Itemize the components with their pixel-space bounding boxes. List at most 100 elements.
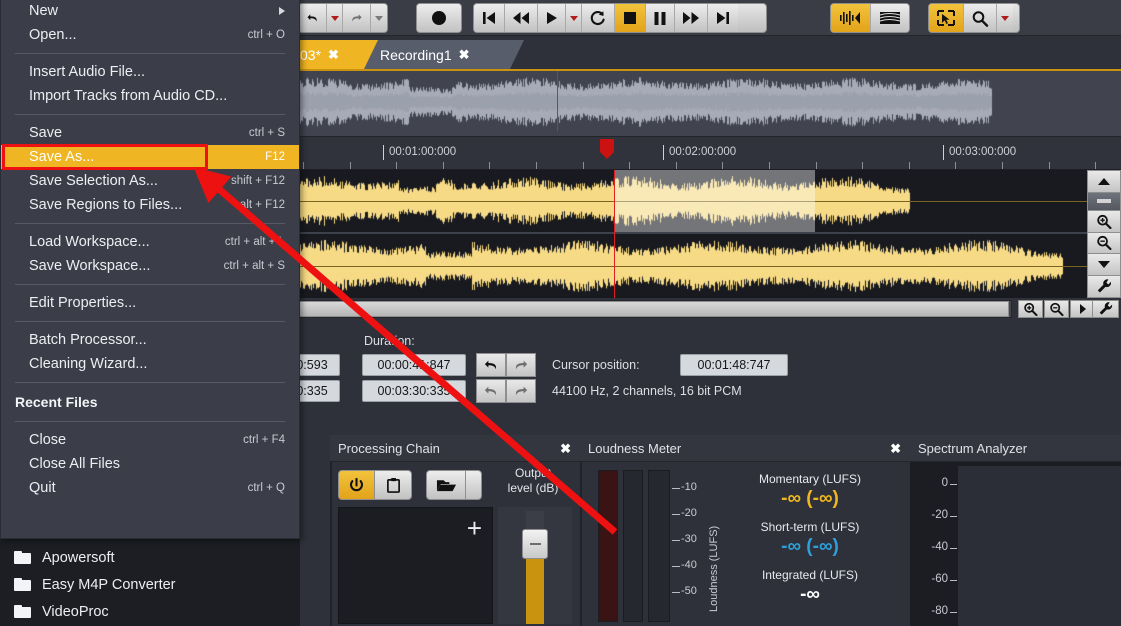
ruler-tick <box>769 162 770 169</box>
selection-tool-button[interactable] <box>929 4 964 32</box>
redo-button[interactable] <box>343 4 371 32</box>
spectrum-scale-label: -40 <box>914 541 948 553</box>
menu-item-quit[interactable]: Quitctrl + Q <box>1 476 299 500</box>
loop-button[interactable] <box>582 4 615 32</box>
vertical-scroll-thumb[interactable] <box>1087 193 1121 211</box>
menu-separator <box>15 223 285 224</box>
spectrum-scale-label: -20 <box>914 509 948 521</box>
processing-open-button[interactable] <box>426 470 466 500</box>
menu-item-save-as[interactable]: Save As...F12 <box>1 145 299 169</box>
scroll-up-button[interactable] <box>1087 170 1121 193</box>
zoom-out-vertical-button[interactable] <box>1087 233 1121 255</box>
folder-item-easy-m4p-converter[interactable]: Easy M4P Converter <box>0 571 300 598</box>
menu-item-label: Save <box>29 125 62 141</box>
horizontal-scrollbar-thumb[interactable] <box>293 301 1009 317</box>
processing-open-dropdown-button[interactable] <box>465 470 482 500</box>
waveform-editor[interactable] <box>290 170 1087 298</box>
tab-recording1[interactable]: Recording1 ✖ <box>364 40 524 69</box>
menu-item-label: Edit Properties... <box>29 295 136 311</box>
spectrum-tick <box>950 612 957 613</box>
menu-item-save-workspace[interactable]: Save Workspace...ctrl + alt + S <box>1 254 299 278</box>
total-undo-button[interactable] <box>476 379 506 403</box>
zoom-in-horizontal-button[interactable] <box>1018 300 1043 318</box>
waveform-track-right[interactable] <box>290 234 1087 298</box>
timeline-ruler[interactable]: 00:01:00:000 00:02:00:000 00:03:00:000 <box>290 137 1121 170</box>
selection-redo-button[interactable] <box>506 353 536 377</box>
folder-item-videoproc[interactable]: VideoProc <box>0 598 300 625</box>
total-redo-button[interactable] <box>506 379 536 403</box>
menu-item-edit-properties[interactable]: Edit Properties... <box>1 291 299 315</box>
menu-item-close[interactable]: Closectrl + F4 <box>1 428 299 452</box>
panel-processing-chain: Processing Chain ✖ Output level (dB) <box>330 435 580 626</box>
cursor-position-field[interactable]: 00:01:48:747 <box>680 354 788 376</box>
menu-item-label: Save Workspace... <box>29 258 150 274</box>
menu-item-label: Load Workspace... <box>29 234 150 250</box>
settings-wrench-button[interactable] <box>1087 276 1121 298</box>
cursor-position-label: Cursor position: <box>552 358 640 372</box>
zoom-tool-button[interactable] <box>964 4 997 32</box>
panel-header-processing-chain[interactable]: Processing Chain ✖ <box>330 435 580 462</box>
ruler-label: 00:03:00:000 <box>943 145 1016 160</box>
waveform-view-button[interactable] <box>831 4 871 32</box>
menu-item-label: Open... <box>29 27 77 43</box>
processing-clipboard-button[interactable] <box>374 470 412 500</box>
processing-chain-list[interactable]: + <box>338 507 493 624</box>
panel-close-icon[interactable]: ✖ <box>560 441 571 457</box>
folder-item-apowersoft[interactable]: Apowersoft <box>0 544 300 571</box>
integrated-label: Integrated (LUFS) <box>710 568 910 582</box>
zoom-in-vertical-button[interactable] <box>1087 211 1121 233</box>
horizontal-scrollbar-track[interactable] <box>292 300 1012 318</box>
undo-button[interactable] <box>299 4 327 32</box>
panel-header-spectrum-analyzer[interactable]: Spectrum Analyzer <box>910 435 1121 462</box>
waveform-overview-strip[interactable] <box>290 69 1121 137</box>
menu-item-batch-processor[interactable]: Batch Processor... <box>1 328 299 352</box>
menu-separator <box>15 284 285 285</box>
fast-forward-button[interactable] <box>675 4 708 32</box>
menu-item-save-regions-to-files[interactable]: Save Regions to Files...alt + F12 <box>1 193 299 217</box>
spectrum-plot-area[interactable] <box>958 466 1121 626</box>
panel-close-icon[interactable]: ✖ <box>890 441 901 457</box>
loudness-scale-label: -40 <box>681 559 697 571</box>
skip-to-end-button[interactable] <box>708 4 738 32</box>
record-button[interactable] <box>417 4 461 32</box>
selection-undo-button[interactable] <box>476 353 506 377</box>
tab-close-icon[interactable]: ✖ <box>328 47 339 63</box>
pause-button[interactable] <box>646 4 675 32</box>
menu-item-open[interactable]: Open...ctrl + O <box>1 23 299 47</box>
waveform-track-left[interactable] <box>290 170 1087 232</box>
stop-button[interactable] <box>615 4 646 32</box>
spectral-view-button[interactable] <box>871 4 910 32</box>
zoom-out-horizontal-button[interactable] <box>1044 300 1069 318</box>
tab-label: 03* <box>300 47 321 63</box>
menu-item-insert-audio-file[interactable]: Insert Audio File... <box>1 60 299 84</box>
play-dropdown-button[interactable] <box>566 4 582 32</box>
processing-power-button[interactable] <box>338 470 375 500</box>
add-effect-button[interactable]: + <box>467 518 482 538</box>
panel-header-loudness-meter[interactable]: Loudness Meter ✖ <box>580 435 910 462</box>
skip-to-start-button[interactable] <box>474 4 505 32</box>
menu-item-close-all-files[interactable]: Close All Files <box>1 452 299 476</box>
redo-dropdown-button[interactable] <box>371 4 387 32</box>
scroll-down-button[interactable] <box>1087 254 1121 276</box>
tab-close-icon[interactable]: ✖ <box>459 47 470 63</box>
menu-item-load-workspace[interactable]: Load Workspace...ctrl + alt + L <box>1 230 299 254</box>
playhead-marker[interactable] <box>600 139 614 159</box>
undo-dropdown-button[interactable] <box>327 4 343 32</box>
menu-item-import-tracks-from-audio-cd[interactable]: Import Tracks from Audio CD... <box>1 84 299 108</box>
menu-item-save[interactable]: Savectrl + S <box>1 121 299 145</box>
total-length-field[interactable]: 00:03:30:335 <box>362 380 466 402</box>
output-fader-knob[interactable] <box>522 529 548 559</box>
zoom-dropdown-button[interactable] <box>997 4 1013 32</box>
track-centerline <box>290 266 1087 267</box>
menu-item-save-selection-as[interactable]: Save Selection As...shift + F12 <box>1 169 299 193</box>
shortterm-value: -∞ (-∞) <box>710 536 910 558</box>
selection-duration-field[interactable]: 00:00:41:847 <box>362 354 466 376</box>
play-button[interactable] <box>538 4 566 32</box>
menu-item-cleaning-wizard[interactable]: Cleaning Wizard... <box>1 352 299 376</box>
zoom-settings-wrench-button[interactable] <box>1092 300 1119 318</box>
menu-item-new[interactable]: New <box>1 0 299 23</box>
menu-item-label: Close All Files <box>29 456 120 472</box>
file-menu[interactable]: NewOpen...ctrl + O Insert Audio File...Im… <box>0 0 300 539</box>
rewind-button[interactable] <box>505 4 538 32</box>
ruler-tick <box>396 162 397 169</box>
